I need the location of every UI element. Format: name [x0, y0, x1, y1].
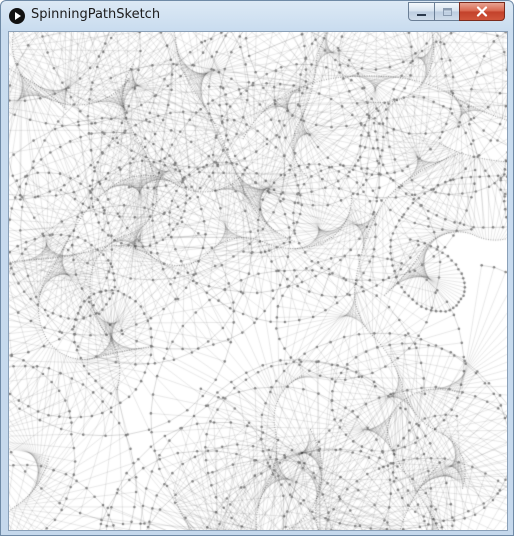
minimize-icon: [416, 2, 427, 21]
sketch-canvas-area[interactable]: [8, 31, 508, 531]
spinning-path-drawing[interactable]: [9, 32, 507, 530]
close-button[interactable]: [459, 2, 505, 21]
maximize-icon: [442, 2, 453, 21]
close-icon: [476, 2, 488, 21]
window-title: SpinningPathSketch: [31, 7, 161, 22]
maximize-button[interactable]: [434, 2, 460, 21]
play-icon[interactable]: [9, 8, 25, 24]
minimize-button[interactable]: [408, 2, 435, 21]
application-window: SpinningPathSketch: [0, 0, 514, 536]
title-bar[interactable]: SpinningPathSketch: [1, 1, 513, 31]
